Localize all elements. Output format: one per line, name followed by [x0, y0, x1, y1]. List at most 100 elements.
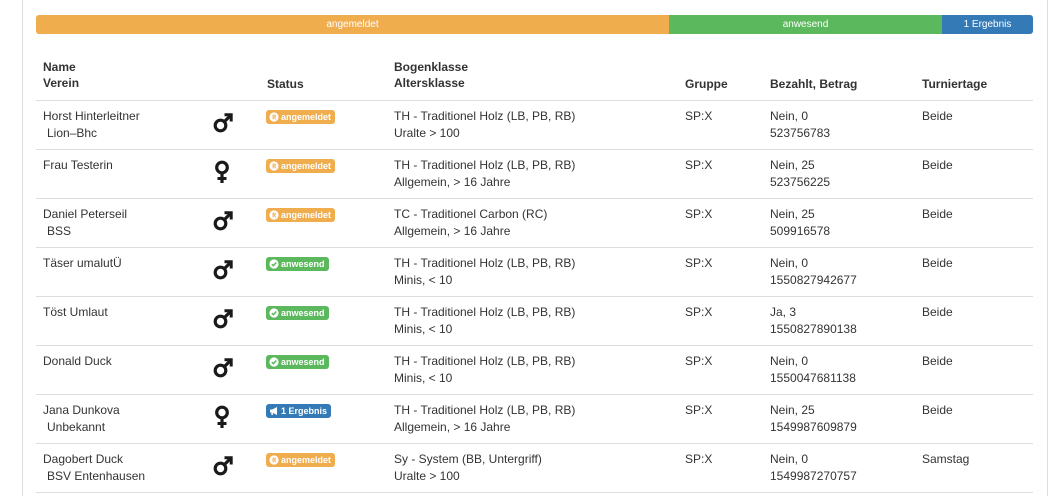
participant-name: Daniel Peterseil: [43, 207, 128, 221]
payment-cell: Nein, 0 1550827942677: [770, 255, 857, 289]
status-badge[interactable]: angemeldet: [266, 159, 336, 173]
female-icon: [212, 160, 234, 184]
registered-icon: [269, 455, 281, 465]
participant-name: Donald Duck: [43, 354, 112, 368]
male-icon: [212, 307, 234, 331]
class-cell: Sy - System (BB, Untergriff) Uralte > 100: [394, 451, 542, 485]
header-turniertage[interactable]: Turniertage: [922, 76, 987, 92]
participant-number: 523756225: [770, 175, 831, 189]
status-cell: anwesend: [266, 306, 329, 323]
participant-name: Täser umalutÜ: [43, 256, 122, 270]
participant-club: BSV Entenhausen: [47, 469, 146, 483]
participant-name-cell: Frau Testerin: [43, 157, 113, 174]
participant-number: 1550047681138: [770, 371, 856, 385]
registered-icon: [269, 112, 281, 122]
status-badge[interactable]: angemeldet: [266, 110, 336, 124]
table-header: Name Verein Status Bogenklasse Alterskla…: [36, 52, 1033, 101]
table-row[interactable]: Frau Testerin angemeldet TH - Traditionel …: [36, 150, 1033, 199]
tournament-days-cell: Beide: [922, 207, 953, 221]
paid-amount: Ja, 3: [770, 305, 797, 319]
paid-amount: Nein, 25: [770, 403, 815, 417]
header-bogenklasse[interactable]: Bogenklasse Altersklasse: [394, 59, 468, 91]
payment-cell: Nein, 25 1549987609879: [770, 402, 857, 436]
status-badge[interactable]: angemeldet: [266, 208, 336, 222]
bow-class: TH - Traditionel Holz (LB, PB, RB): [394, 109, 576, 123]
check-circle-icon: [269, 259, 281, 269]
tournament-days-cell: Beide: [922, 256, 953, 270]
participant-club: Unbekannt: [47, 420, 106, 434]
status-badge[interactable]: 1 Ergebnis: [266, 404, 332, 418]
class-cell: TC - Traditionel Carbon (RC) Allgemein, >…: [394, 206, 547, 240]
header-name-verein[interactable]: Name Verein: [43, 59, 79, 91]
status-cell: angemeldet: [266, 453, 336, 470]
status-progress-bar: angemeldet anwesend 1 Ergebnis: [36, 15, 1033, 34]
registered-icon: [269, 161, 281, 171]
status-label: angemeldet: [281, 454, 332, 465]
payment-cell: Nein, 0 1549987270757: [770, 451, 857, 485]
female-icon: [212, 405, 234, 429]
bow-class: TH - Traditionel Holz (LB, PB, RB): [394, 158, 576, 172]
male-icon: [212, 111, 234, 135]
participant-name-cell: Donald Duck: [43, 353, 112, 370]
table-row[interactable]: Daniel Peterseil BSS angemeldet TC - Tradit…: [36, 199, 1033, 248]
class-cell: TH - Traditionel Holz (LB, PB, RB) Minis,…: [394, 255, 575, 289]
table-row[interactable]: Täser umalutÜ anwesend TH - Traditionel Ho…: [36, 248, 1033, 297]
check-circle-icon: [269, 308, 281, 318]
status-badge[interactable]: anwesend: [266, 306, 329, 320]
table-row[interactable]: Töst Umlaut anwesend TH - Traditionel Holz…: [36, 297, 1033, 346]
status-label: anwesend: [281, 258, 325, 269]
participant-name: Frau Testerin: [43, 158, 113, 172]
header-bezahlt[interactable]: Bezahlt, Betrag: [770, 76, 857, 92]
group-cell: SP:X: [685, 256, 713, 270]
table-row[interactable]: Horst Hinterleitner Lion–Bhc angemeldet TH …: [36, 101, 1033, 150]
male-icon: [212, 209, 234, 233]
payment-cell: Nein, 25 523756225: [770, 157, 830, 191]
table-row[interactable]: Donald Duck anwesend TH - Traditionel Holz…: [36, 346, 1033, 395]
participant-name-cell: Jana Dunkova Unbekannt: [43, 402, 120, 436]
payment-cell: Ja, 3 1550827890138: [770, 304, 857, 338]
male-icon: [212, 258, 234, 282]
participant-number: 1550827890138: [770, 322, 857, 336]
participant-number: 1549987609879: [770, 420, 857, 434]
table-row[interactable]: Jana Dunkova Unbekannt 1 Ergebnis TH - Trad…: [36, 395, 1033, 444]
group-cell: SP:X: [685, 354, 713, 368]
participant-number: 1549987270757: [770, 469, 857, 483]
bow-class: Sy - System (BB, Untergriff): [394, 452, 542, 466]
header-gruppe[interactable]: Gruppe: [685, 76, 728, 92]
status-label: anwesend: [281, 356, 325, 367]
progress-segment-present: anwesend: [669, 15, 942, 34]
age-class: Minis, < 10: [394, 273, 453, 287]
age-class: Allgemein, > 16 Jahre: [394, 175, 511, 189]
age-class: Uralte > 100: [394, 469, 460, 483]
status-badge[interactable]: anwesend: [266, 257, 329, 271]
age-class: Uralte > 100: [394, 126, 460, 140]
class-cell: TH - Traditionel Holz (LB, PB, RB) Allgem…: [394, 402, 575, 436]
group-cell: SP:X: [685, 305, 713, 319]
payment-cell: Nein, 25 509916578: [770, 206, 830, 240]
status-label: angemeldet: [281, 209, 332, 220]
payment-cell: Nein, 0 523756783: [770, 108, 830, 142]
paid-amount: Nein, 0: [770, 354, 809, 368]
paid-amount: Nein, 0: [770, 452, 809, 466]
status-cell: angemeldet: [266, 159, 336, 176]
participant-name-cell: Dagobert Duck BSV Entenhausen: [43, 451, 145, 485]
class-cell: TH - Traditionel Holz (LB, PB, RB) Uralte…: [394, 108, 575, 142]
status-cell: angemeldet: [266, 208, 336, 225]
header-status[interactable]: Status: [267, 76, 304, 92]
status-badge[interactable]: angemeldet: [266, 453, 336, 467]
age-class: Allgemein, > 16 Jahre: [394, 420, 511, 434]
class-cell: TH - Traditionel Holz (LB, PB, RB) Allgem…: [394, 157, 575, 191]
paid-amount: Nein, 25: [770, 207, 815, 221]
bow-class: TH - Traditionel Holz (LB, PB, RB): [394, 256, 576, 270]
tournament-days-cell: Beide: [922, 158, 953, 172]
table-row[interactable]: Dagobert Duck BSV Entenhausen angemeldet Sy…: [36, 444, 1033, 493]
tournament-days-cell: Beide: [922, 305, 953, 319]
table-body: Horst Hinterleitner Lion–Bhc angemeldet TH …: [36, 101, 1033, 493]
participant-name: Töst Umlaut: [43, 305, 108, 319]
class-cell: TH - Traditionel Holz (LB, PB, RB) Minis,…: [394, 304, 575, 338]
age-class: Minis, < 10: [394, 371, 453, 385]
participant-name-cell: Töst Umlaut: [43, 304, 108, 321]
status-badge[interactable]: anwesend: [266, 355, 329, 369]
age-class: Allgemein, > 16 Jahre: [394, 224, 511, 238]
header-altersklasse-label: Altersklasse: [394, 76, 465, 90]
